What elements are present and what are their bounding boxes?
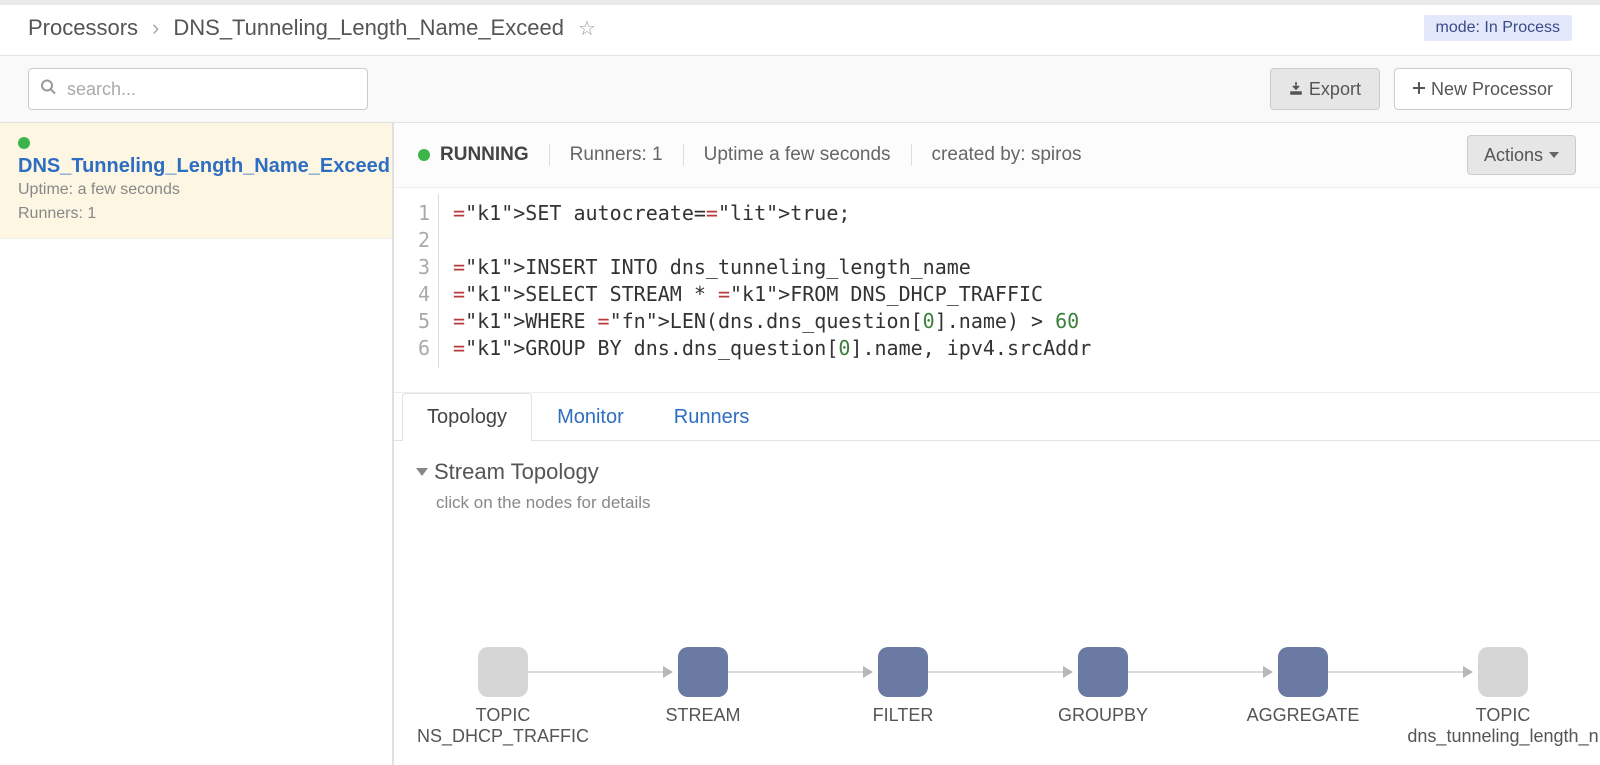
- topology-node[interactable]: STREAM: [678, 647, 728, 697]
- topology-title-text: Stream Topology: [434, 459, 599, 485]
- content-header: RUNNING Runners: 1 Uptime a few seconds …: [394, 123, 1600, 188]
- sidebar-item-uptime: Uptime: a few seconds: [18, 178, 374, 202]
- status-text: RUNNING: [440, 144, 529, 166]
- actions-dropdown[interactable]: Actions: [1467, 135, 1576, 175]
- breadcrumb-bar: Processors › DNS_Tunneling_Length_Name_E…: [0, 5, 1600, 55]
- topology-node[interactable]: TOPICdns_tunneling_length_n: [1478, 647, 1528, 697]
- header-runners: Runners: 1: [570, 144, 663, 166]
- topology-edge: [728, 671, 872, 673]
- breadcrumb-current: DNS_Tunneling_Length_Name_Exceed: [173, 15, 564, 41]
- divider: [683, 144, 684, 166]
- topology-node[interactable]: TOPICNS_DHCP_TRAFFIC: [478, 647, 528, 697]
- mode-badge: mode: In Process: [1424, 15, 1573, 41]
- sidebar-item-runners: Runners: 1: [18, 202, 374, 226]
- new-processor-button[interactable]: New Processor: [1394, 68, 1572, 110]
- topology-panel: Stream Topology click on the nodes for d…: [394, 441, 1600, 765]
- sidebar: DNS_Tunneling_Length_Name_Exceed Uptime:…: [0, 123, 394, 765]
- topology-edge: [928, 671, 1072, 673]
- topology-node-label: TOPICNS_DHCP_TRAFFIC: [417, 705, 589, 746]
- topology-node-label: FILTER: [873, 705, 934, 726]
- topology-node[interactable]: GROUPBY: [1078, 647, 1128, 697]
- editor-gutter: 123456: [394, 194, 439, 368]
- export-button[interactable]: Export: [1270, 68, 1380, 110]
- download-icon: [1289, 81, 1303, 98]
- editor-code: ="k1">SET autocreate=="lit">true; ="k1">…: [439, 194, 1105, 368]
- search-input[interactable]: [28, 68, 368, 110]
- breadcrumb-separator: ›: [152, 15, 159, 41]
- search-icon: [40, 79, 56, 100]
- topology-graph: TOPICNS_DHCP_TRAFFIC STREAM FILTER GROUPBY A…: [418, 547, 1576, 765]
- topology-node[interactable]: AGGREGATE: [1278, 647, 1328, 697]
- topology-node[interactable]: FILTER: [878, 647, 928, 697]
- topology-node-label: STREAM: [665, 705, 740, 726]
- sidebar-item-title: DNS_Tunneling_Length_Name_Exceed: [18, 155, 374, 178]
- divider: [549, 144, 550, 166]
- topology-title[interactable]: Stream Topology: [418, 459, 1576, 485]
- status-dot-icon: [418, 149, 430, 161]
- topology-edge: [1128, 671, 1272, 673]
- topology-edge: [528, 671, 672, 673]
- topology-node-label: GROUPBY: [1058, 705, 1148, 726]
- tab-runners[interactable]: Runners: [649, 393, 775, 441]
- sidebar-item-processor[interactable]: DNS_Tunneling_Length_Name_Exceed Uptime:…: [0, 123, 392, 239]
- tab-topology[interactable]: Topology: [402, 393, 532, 441]
- sql-editor[interactable]: 123456 ="k1">SET autocreate=="lit">true;…: [394, 188, 1600, 393]
- header-created-by: created by: spiros: [932, 144, 1082, 166]
- caret-down-icon: [1549, 152, 1559, 158]
- status-dot-icon: [18, 137, 30, 149]
- export-label: Export: [1309, 79, 1361, 100]
- tabs: Topology Monitor Runners: [394, 393, 1600, 441]
- topology-node-label: AGGREGATE: [1247, 705, 1360, 726]
- status-chip: RUNNING: [418, 144, 529, 166]
- header-uptime: Uptime a few seconds: [704, 144, 891, 166]
- actions-label: Actions: [1484, 145, 1543, 166]
- star-icon[interactable]: ☆: [578, 16, 596, 41]
- toolbar: Export New Processor: [0, 55, 1600, 123]
- new-processor-label: New Processor: [1431, 79, 1553, 100]
- topology-edge: [1328, 671, 1472, 673]
- topology-node-label: TOPICdns_tunneling_length_n: [1407, 705, 1598, 746]
- chevron-down-icon: [416, 468, 428, 476]
- topology-hint: click on the nodes for details: [436, 493, 1576, 513]
- divider: [911, 144, 912, 166]
- breadcrumb-root[interactable]: Processors: [28, 15, 138, 41]
- plus-icon: [1413, 81, 1425, 97]
- tab-monitor[interactable]: Monitor: [532, 393, 649, 441]
